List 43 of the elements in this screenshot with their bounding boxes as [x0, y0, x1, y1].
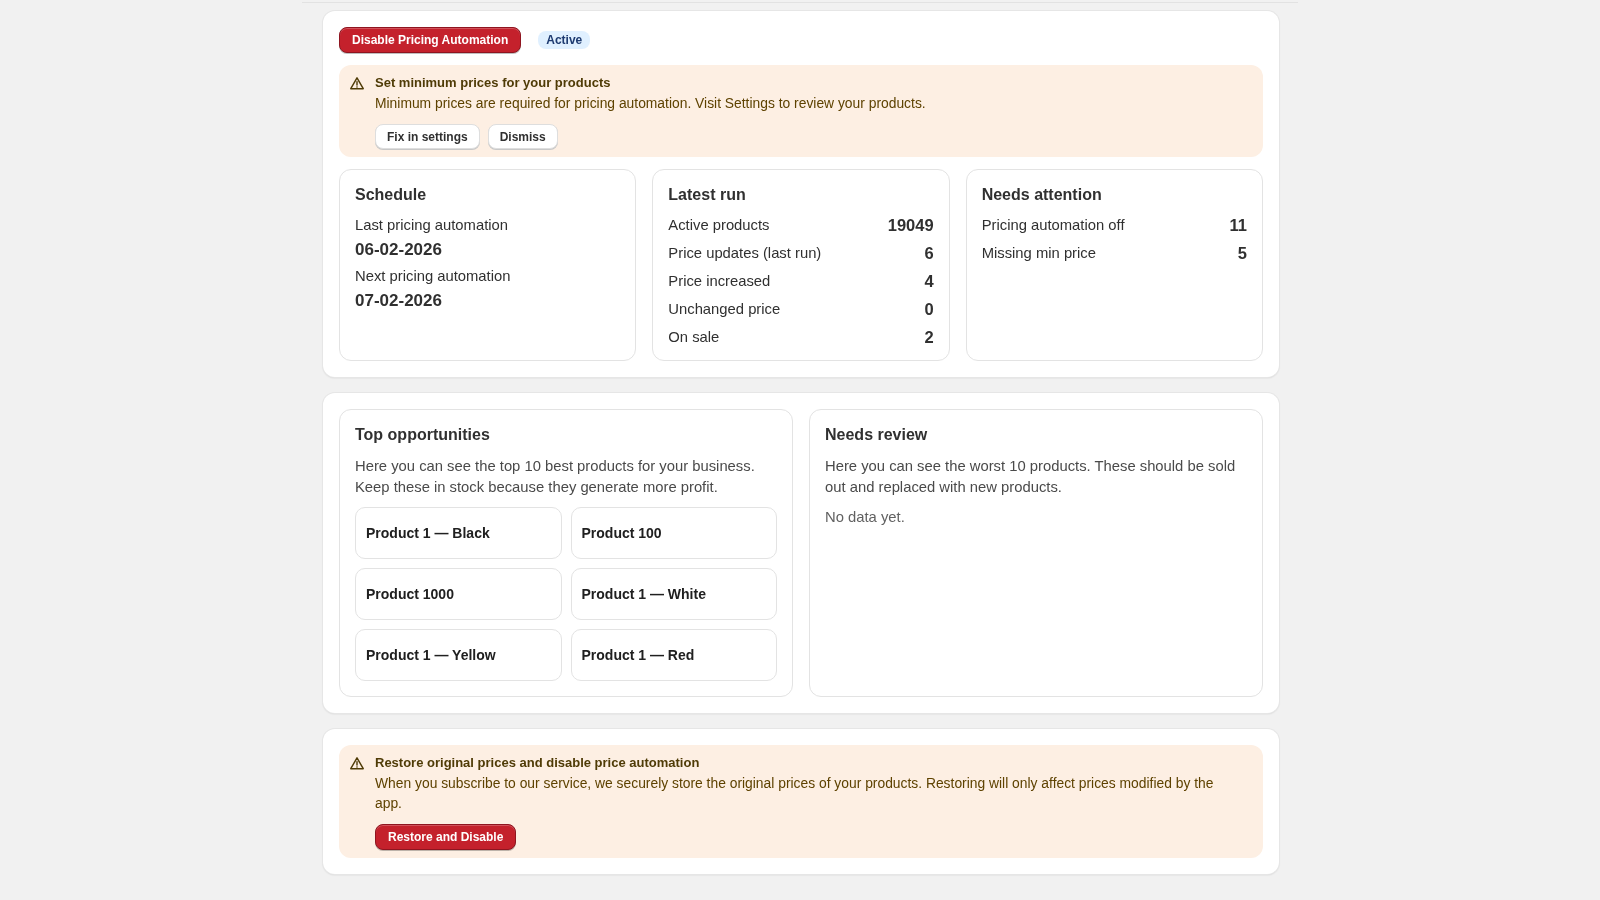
- action-button[interactable]: Dismiss: [487, 124, 558, 149]
- schedule-date: 07-02-2026: [355, 290, 443, 312]
- metric-label: Price increased: [668, 272, 771, 291]
- status-badge: Active: [538, 31, 591, 49]
- schedule-date: 06-02-2026: [355, 239, 443, 261]
- metric-label: Missing min price: [981, 244, 1096, 263]
- schedule-label: Next pricing automation: [355, 267, 512, 286]
- metric-value: 19049: [887, 215, 934, 235]
- product-tile: Product 1 — White: [570, 568, 777, 620]
- product-tile: Product 1 — Black: [355, 507, 562, 559]
- schedule-label: Last pricing automation: [355, 216, 509, 235]
- metric-label: Active products: [668, 216, 770, 235]
- banner-title: Set minimum prices for your products: [375, 74, 612, 92]
- banner-title: Restore original prices and disable price automation: [375, 754, 701, 772]
- banner-message: When you subscribe to our service, we securely store the original prices of your products. Restoring will only affect prices modified by the app.: [375, 774, 1215, 813]
- empty-state-text: No data yet.: [825, 508, 906, 527]
- metric-value: 0: [924, 299, 934, 319]
- product-tile: Product 100: [570, 507, 777, 559]
- card-title: Schedule: [355, 185, 428, 205]
- warning-icon: [350, 77, 364, 90]
- disable-button[interactable]: Disable Pricing Automation: [339, 27, 522, 53]
- metric-label: Unchanged price: [668, 300, 781, 319]
- metric-label: Pricing automation off: [981, 216, 1125, 235]
- metric-label: Price updates (last run): [668, 244, 822, 263]
- metric-value: 4: [924, 271, 934, 291]
- action-button[interactable]: Fix in settings: [375, 124, 480, 149]
- card-title: Needs review: [825, 425, 929, 445]
- card-title: Latest run: [668, 185, 747, 205]
- metric-value: 6: [924, 243, 934, 263]
- metric-label: On sale: [668, 328, 720, 347]
- card-title: Needs attention: [981, 185, 1103, 205]
- product-tile: Product 1 — Yellow: [355, 629, 562, 681]
- product-tile: Product 1 — Red: [570, 629, 777, 681]
- product-tile: Product 1000: [355, 568, 562, 620]
- card-description: Here you can see the top 10 best products for your business. Keep these in stock because they generate more profit.: [355, 457, 756, 497]
- metric-value: 5: [1237, 243, 1247, 263]
- banner-message: Minimum prices are required for pricing automation. Visit Settings to review your products.: [375, 94, 926, 113]
- card-description: Here you can see the worst 10 products. These should be sold out and replaced with new products.: [825, 457, 1237, 497]
- card-title: Top opportunities: [355, 425, 491, 445]
- metric-value: 11: [1229, 215, 1247, 235]
- action-button[interactable]: Restore and Disable: [375, 824, 517, 850]
- warning-icon: [350, 757, 364, 770]
- metric-value: 2: [924, 327, 934, 347]
